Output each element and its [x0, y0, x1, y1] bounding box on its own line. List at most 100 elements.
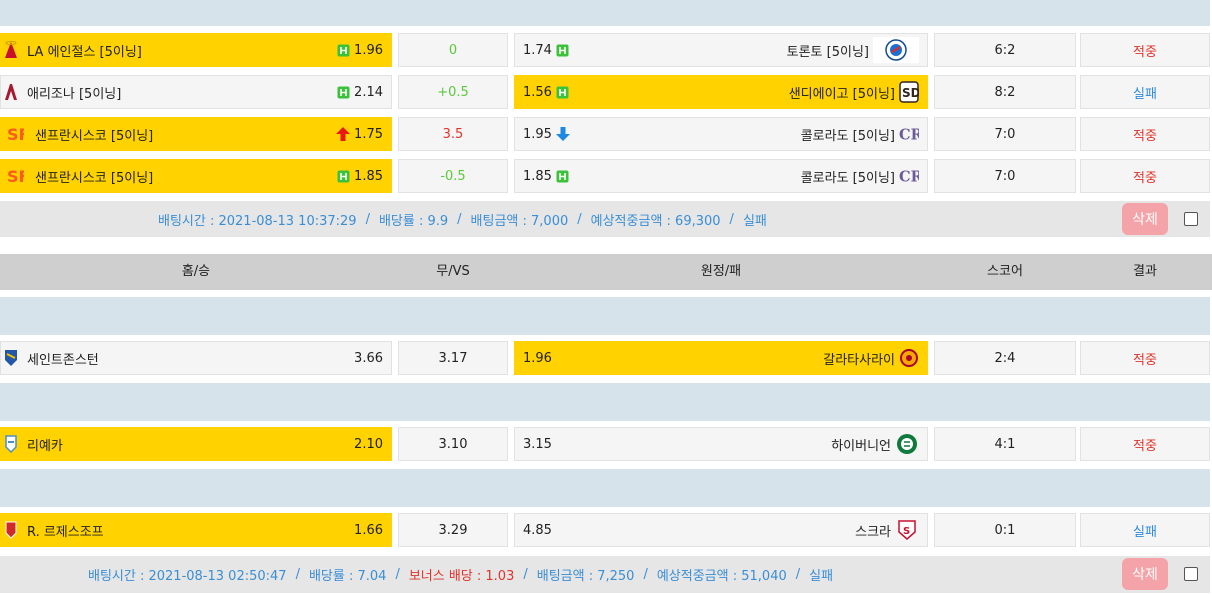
result-cell: 실패: [1080, 513, 1210, 547]
home-odds: 1.85: [354, 168, 383, 184]
away-odds: 4.85: [523, 522, 552, 538]
bet-summary: 배팅시간 : 2021-08-13 02:50:47 / 배당률 : 7.04 …: [0, 556, 1210, 593]
draw-odds: -0.5: [440, 168, 466, 184]
home-cell[interactable]: 리예카 2.10: [0, 427, 392, 461]
delete-button[interactable]: 삭제: [1122, 558, 1168, 590]
away-cell[interactable]: 4.85 스크라 S: [514, 513, 928, 547]
svg-text:CR: CR: [899, 168, 919, 185]
home-cell[interactable]: LA 에인절스 [5이닝] 1.96: [0, 33, 392, 67]
table-row: LA 에인절스 [5이닝] 1.96 0 1.74 토론토 [5이닝] 6:2 …: [0, 33, 1212, 69]
away-cell[interactable]: 1.85 콜로라도 [5이닝] CR: [514, 159, 928, 193]
score-cell: 8:2: [934, 75, 1076, 109]
draw-odds: 3.5: [442, 126, 464, 142]
away-odds: 1.74: [523, 42, 552, 58]
h-badge-icon: [337, 170, 350, 182]
h-badge-icon: [556, 86, 569, 98]
separator: /: [795, 567, 801, 582]
separator: /: [643, 567, 648, 582]
result-status: 적중: [1133, 438, 1157, 454]
away-cell[interactable]: 1.95 콜로라도 [5이닝] CR: [514, 117, 928, 151]
draw-cell[interactable]: +0.5: [398, 75, 508, 109]
delete-button[interactable]: 삭제: [1122, 203, 1168, 235]
bonus-odds: 보너스 배당 : 1.03: [408, 569, 515, 584]
home-odds: 1.66: [354, 522, 383, 538]
score-cell: 7:0: [934, 117, 1076, 151]
draw-cell[interactable]: -0.5: [398, 159, 508, 193]
angels-logo-icon: [1, 39, 21, 61]
result-cell: 실패: [1080, 75, 1210, 109]
away-cell[interactable]: 1.74 토론토 [5이닝]: [514, 33, 928, 67]
away-team-name: 토론토 [5이닝]: [786, 44, 869, 60]
bet-status: 실패: [742, 213, 767, 229]
skra-logo-icon: S: [895, 519, 919, 541]
header-draw: 무/VS: [436, 264, 470, 279]
away-team-name: 하이버니언: [831, 438, 891, 454]
bet-amount: 배팅금액 : 7,000: [470, 213, 569, 229]
result-cell: 적중: [1080, 117, 1210, 151]
h-badge-icon: [337, 86, 350, 98]
home-cell[interactable]: 애리조나 [5이닝] 2.14: [0, 75, 392, 109]
home-cell[interactable]: SF 샌프란시스코 [5이닝] 1.75: [0, 117, 392, 151]
svg-text:CR: CR: [899, 126, 919, 143]
section-band: [0, 0, 1210, 26]
bet-status: 실패: [809, 569, 834, 584]
home-team-name: 세인트존스턴: [27, 352, 99, 368]
separator: /: [523, 567, 528, 582]
draw-cell[interactable]: 3.10: [398, 427, 508, 461]
draw-odds: 3.29: [438, 522, 468, 538]
score: 0:1: [994, 522, 1016, 538]
separator: /: [729, 211, 734, 227]
svg-text:SF: SF: [7, 125, 24, 144]
header-away: 원정/패: [700, 264, 742, 279]
table-header: 홈/승 무/VS 원정/패 스코어 결과: [0, 254, 1212, 290]
draw-cell[interactable]: 0: [398, 33, 508, 67]
draw-cell[interactable]: 3.29: [398, 513, 508, 547]
away-team-name: 콜로라도 [5이닝]: [800, 128, 895, 144]
result-status: 적중: [1133, 352, 1157, 368]
away-team-name: 갈라타사라이: [823, 352, 895, 368]
rzeszow-logo-icon: [1, 519, 21, 541]
bet-odds: 배당률 : 9.9: [378, 213, 449, 229]
score: 7:0: [994, 168, 1016, 184]
away-cell[interactable]: 1.96 갈라타사라이: [514, 341, 928, 375]
bet-summary: 배팅시간 : 2021-08-13 10:37:29 / 배당률 : 9.9 /…: [0, 201, 1210, 237]
away-team-name: 콜로라도 [5이닝]: [800, 170, 895, 186]
table-row: SF 샌프란시스코 [5이닝] 1.75 3.5 1.95 콜로라도 [5이닝]…: [0, 117, 1212, 153]
draw-odds: +0.5: [437, 84, 469, 100]
table-row: 애리조나 [5이닝] 2.14 +0.5 1.56 샌디에이고 [5이닝] SD…: [0, 75, 1212, 111]
svg-text:SF: SF: [7, 167, 24, 186]
select-checkbox[interactable]: [1184, 212, 1198, 226]
bet-time: 배팅시간 : 2021-08-13 10:37:29: [158, 213, 357, 229]
score-cell: 6:2: [934, 33, 1076, 67]
galatasaray-logo-icon: [899, 347, 919, 369]
result-status: 실패: [1133, 524, 1157, 540]
score-cell: 2:4: [934, 341, 1076, 375]
away-odds: 1.56: [523, 84, 552, 100]
score-cell: 7:0: [934, 159, 1076, 193]
away-odds: 1.96: [523, 350, 552, 366]
home-odds: 2.14: [354, 84, 383, 100]
home-cell[interactable]: SF 샌프란시스코 [5이닝] 1.85: [0, 159, 392, 193]
svg-text:S: S: [903, 526, 910, 537]
result-status: 실패: [1133, 86, 1157, 102]
result-cell: 적중: [1080, 427, 1210, 461]
draw-odds: 3.17: [438, 350, 468, 366]
separator: /: [577, 211, 582, 227]
section-band: [0, 297, 1210, 335]
section-band: [0, 383, 1210, 421]
score: 2:4: [994, 350, 1016, 366]
home-cell[interactable]: R. 르제스조프 1.66: [0, 513, 392, 547]
away-cell[interactable]: 3.15 하이버니언: [514, 427, 928, 461]
draw-cell[interactable]: 3.17: [398, 341, 508, 375]
home-cell[interactable]: 세인트존스턴 3.66: [0, 341, 392, 375]
draw-cell[interactable]: 3.5: [398, 117, 508, 151]
table-row: 세인트존스턴 3.66 3.17 1.96 갈라타사라이 2:4 적중: [0, 341, 1212, 377]
away-odds: 1.85: [523, 168, 552, 184]
away-cell[interactable]: 1.56 샌디에이고 [5이닝] SD: [514, 75, 928, 109]
rockies-logo-icon: CR: [899, 123, 919, 145]
draw-odds: 3.10: [438, 436, 468, 452]
hibernian-logo-icon: [895, 433, 919, 455]
separator: /: [295, 567, 300, 582]
select-checkbox[interactable]: [1184, 567, 1198, 581]
result-cell: 적중: [1080, 341, 1210, 375]
